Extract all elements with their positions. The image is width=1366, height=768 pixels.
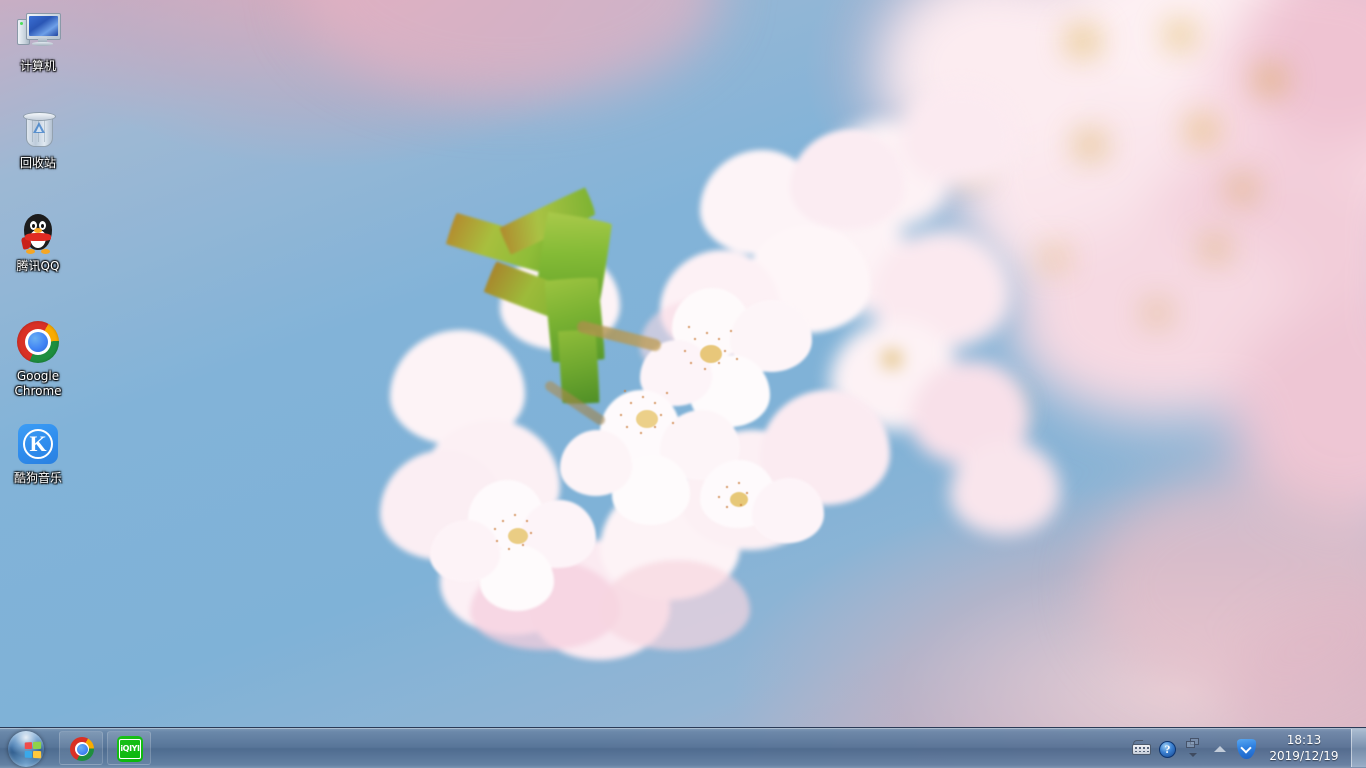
computer-icon bbox=[14, 8, 62, 56]
windows-start-orb-icon bbox=[8, 731, 44, 767]
desktop-icon-computer[interactable]: 计算机 bbox=[2, 8, 74, 74]
clock-date: 2019/12/19 bbox=[1269, 749, 1339, 763]
start-button[interactable] bbox=[1, 729, 55, 767]
desktop-icon-label: 回收站 bbox=[19, 156, 56, 170]
system-tray[interactable]: ? 18:13 2019/12/19 bbox=[1129, 728, 1366, 768]
taskbar[interactable]: iQIYI ? 18:13 2019/12/19 bbox=[0, 727, 1366, 768]
desktop-icon-label: 酷狗音乐 bbox=[13, 471, 62, 485]
clock[interactable]: 18:13 2019/12/19 bbox=[1259, 732, 1349, 764]
clock-time: 18:13 bbox=[1286, 733, 1322, 747]
shield-icon[interactable] bbox=[1235, 735, 1257, 761]
desktop-icon-label: Google Chrome bbox=[14, 369, 62, 398]
taskbar-item-iqiyi[interactable]: iQIYI bbox=[107, 731, 151, 765]
cascade-windows-icon[interactable] bbox=[1183, 735, 1205, 761]
desktop[interactable]: 计算机 回收站 腾讯QQ Google Chrome K 酷狗音乐 iQIYI … bbox=[0, 0, 1366, 768]
iqiyi-logo-text: iQIYI bbox=[120, 744, 140, 753]
desktop-wallpaper bbox=[0, 0, 1366, 768]
desktop-icon-kugou-music[interactable]: K 酷狗音乐 bbox=[2, 420, 74, 486]
desktop-icon-tencent-qq[interactable]: 腾讯QQ bbox=[2, 208, 74, 274]
kugou-k-icon: K bbox=[14, 420, 62, 468]
taskbar-item-chrome[interactable] bbox=[59, 731, 103, 765]
keyboard-icon[interactable] bbox=[1131, 735, 1153, 761]
desktop-icon-google-chrome[interactable]: Google Chrome bbox=[2, 318, 74, 399]
desktop-icon-label: 腾讯QQ bbox=[16, 259, 60, 273]
desktop-icon-label: 计算机 bbox=[19, 59, 56, 73]
desktop-icon-recycle-bin[interactable]: 回收站 bbox=[2, 105, 74, 171]
chrome-icon bbox=[14, 318, 62, 366]
help-question-icon[interactable]: ? bbox=[1157, 735, 1179, 761]
help-question-glyph: ? bbox=[1164, 742, 1171, 756]
chrome-icon-inner-blue bbox=[76, 743, 88, 755]
show-desktop-button[interactable] bbox=[1351, 729, 1366, 767]
kugou-letter-k: K bbox=[29, 431, 47, 456]
wallpaper-leaves bbox=[0, 0, 1366, 768]
recycle-bin-icon bbox=[14, 105, 62, 153]
chevron-up-icon[interactable] bbox=[1209, 735, 1231, 761]
qq-penguin-icon bbox=[14, 208, 62, 256]
